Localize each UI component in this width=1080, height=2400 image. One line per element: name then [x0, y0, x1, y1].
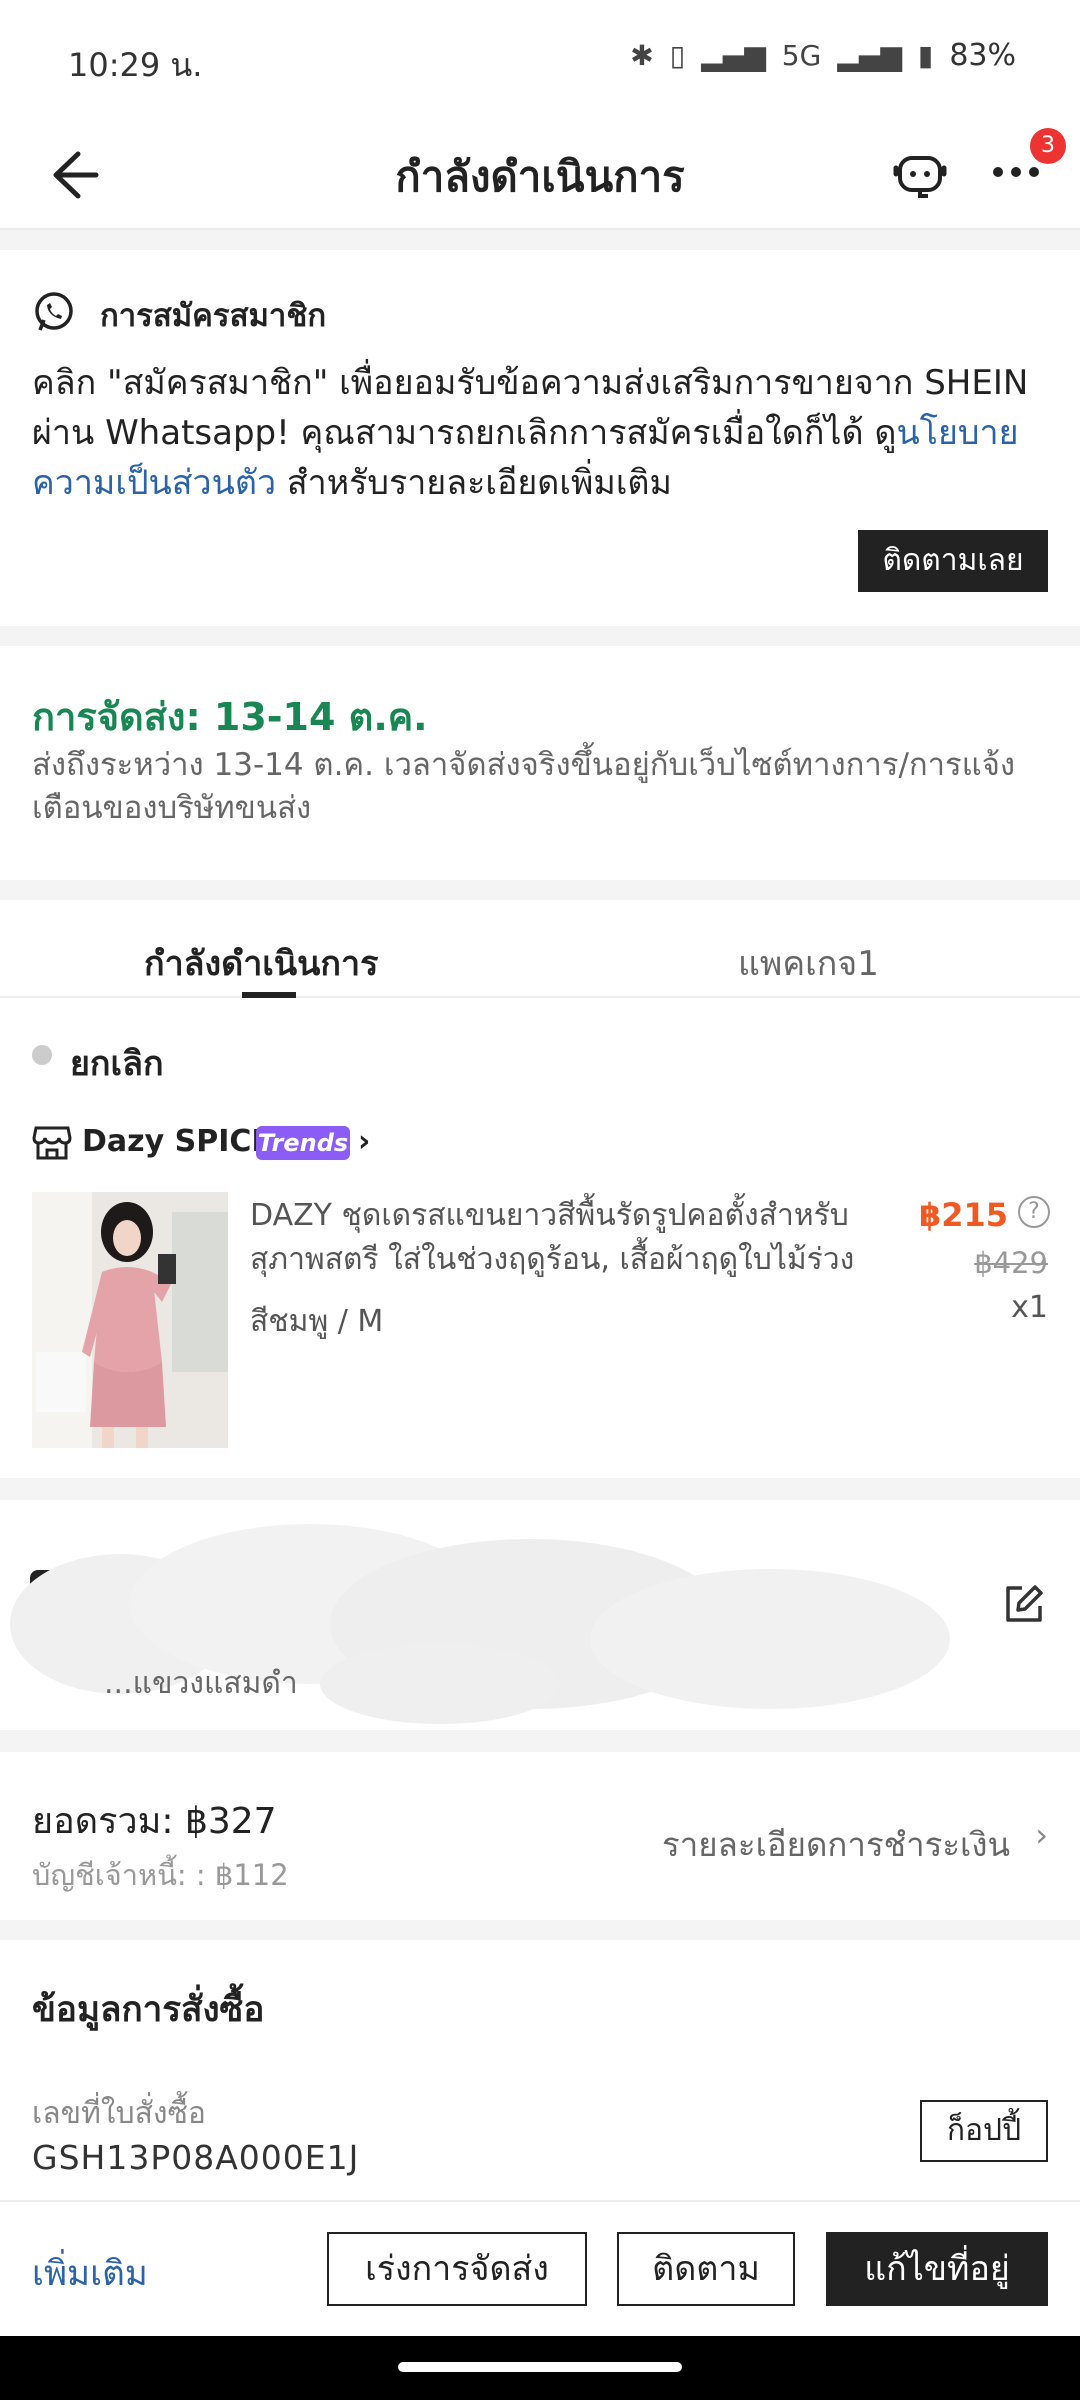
subscription-text: คลิก "สมัครสมาชิก" เพื่อยอมรับข้อความส่ง… — [32, 358, 1052, 508]
delivery-date-title: การจัดส่ง: 13-14 ต.ค. — [32, 695, 428, 739]
original-price: ฿429 — [974, 1246, 1048, 1280]
subscription-body: คลิก "สมัครสมาชิก" เพื่อยอมรับข้อความส่ง… — [32, 363, 1029, 453]
chevron-right-icon[interactable]: › — [1035, 1816, 1048, 1854]
copy-button[interactable]: ก็อปปี้ — [920, 2100, 1048, 2162]
order-total-card: ยอดรวม: ฿327 บัญชีเจ้าหนี้: : ฿112 รายละ… — [0, 1752, 1080, 1920]
order-number: GSH13P08A000E1J — [32, 2138, 360, 2177]
delivery-description: ส่งถึงระหว่าง 13-14 ต.ค. เวลาจัดส่งจริงข… — [32, 747, 1015, 826]
delivery-card: การจัดส่ง: 13-14 ต.ค. ส่งถึงระหว่าง 13-1… — [0, 646, 1080, 880]
edit-address-button[interactable]: แก้ไขที่อยู่ — [826, 2232, 1048, 2306]
order-number-label: เลขที่ใบสั่งซื้อ — [32, 2096, 206, 2131]
notification-badge: 3 — [1030, 128, 1066, 164]
product-variant: สีชมพู / M — [250, 1304, 384, 1339]
whatsapp-icon — [35, 292, 73, 331]
tab-package-1[interactable]: แพคเกจ1 — [738, 936, 879, 990]
product-price: ฿215 — [918, 1196, 1008, 1234]
edit-icon[interactable] — [1002, 1582, 1046, 1626]
package-tabs: กำลังดำเนินการ แพคเกจ1 — [0, 880, 1080, 998]
order-info-card: ข้อมูลการสั่งซื้อ เลขที่ใบสั่งซื้อ GSH13… — [0, 1940, 1080, 2200]
product-name[interactable]: DAZY ชุดเดรสแขนยาวสีพื้นรัดรูปคอตั้งสำหร… — [250, 1194, 880, 1282]
chevron-right-icon[interactable]: › — [358, 1124, 370, 1159]
status-dot — [32, 1045, 52, 1065]
track-button[interactable]: ติดตาม — [617, 2232, 795, 2306]
order-item-card: ยกเลิก Dazy SPICE Trends › DAZY ชุดเดรสแ… — [0, 998, 1080, 1478]
order-info-title: ข้อมูลการสั่งซื้อ — [32, 1990, 265, 2030]
address-line: ...แขวงแสมดำ — [104, 1666, 298, 1701]
more-link[interactable]: เพิ่มเติม — [32, 2246, 148, 2301]
vibrate-icon: ▯ — [669, 39, 686, 72]
product-image[interactable] — [32, 1192, 228, 1448]
system-nav-bar — [0, 2336, 1080, 2400]
status-time: 10:29 น. — [68, 46, 203, 84]
debt-amount: บัญชีเจ้าหนี้: : ฿112 — [32, 1858, 289, 1892]
payment-details-link[interactable]: รายละเอียดการชำระเงิน — [662, 1818, 1010, 1871]
network-type: 5G — [781, 39, 822, 72]
subscription-title: การสมัครสมาชิก — [100, 298, 327, 334]
status-icons: ✱ ▯ ▂▄▆ 5G ▂▄▆ ▮ 83% — [630, 38, 1016, 73]
bottom-action-bar: เพิ่มเติม เร่งการจัดส่ง ติดตาม แก้ไขที่อ… — [0, 2200, 1080, 2336]
item-status: ยกเลิก — [70, 1044, 164, 1084]
store-name[interactable]: Dazy SPICE — [82, 1124, 272, 1159]
tab-processing[interactable]: กำลังดำเนินการ — [144, 936, 378, 990]
order-total: ยอดรวม: ฿327 — [32, 1801, 277, 1842]
order-detail-page: 10:29 น. ✱ ▯ ▂▄▆ 5G ▂▄▆ ▮ 83% กำลังดำเนิ… — [0, 0, 1080, 2400]
customer-service-icon[interactable] — [888, 140, 952, 204]
bluetooth-icon: ✱ — [630, 39, 654, 72]
signal-icon: ▂▄▆ — [701, 39, 766, 72]
store-icon — [32, 1126, 72, 1160]
subscription-card: การสมัครสมาชิก คลิก "สมัครสมาชิก" เพื่อย… — [0, 250, 1080, 626]
battery-icon: ▮ — [917, 39, 934, 72]
product-quantity: x1 — [1011, 1290, 1048, 1325]
expedite-shipping-button[interactable]: เร่งการจัดส่ง — [327, 2232, 587, 2306]
signal-icon-2: ▂▄▆ — [837, 39, 902, 72]
follow-now-button[interactable]: ติดตามเลย — [858, 530, 1048, 592]
trends-badge: Trends — [256, 1126, 350, 1160]
app-header: กำลังดำเนินการ 3 — [0, 118, 1080, 230]
battery-level: 83% — [949, 38, 1016, 73]
home-indicator[interactable] — [398, 2362, 682, 2372]
subscription-body-suffix: สำหรับรายละเอียดเพิ่มเติม — [276, 463, 672, 503]
shipping-address-card[interactable]: ...แขวงแสมดำ — [0, 1500, 1080, 1730]
status-bar: 10:29 น. ✱ ▯ ▂▄▆ 5G ▂▄▆ ▮ 83% — [0, 0, 1080, 118]
question-mark-icon[interactable]: ? — [1018, 1196, 1050, 1228]
